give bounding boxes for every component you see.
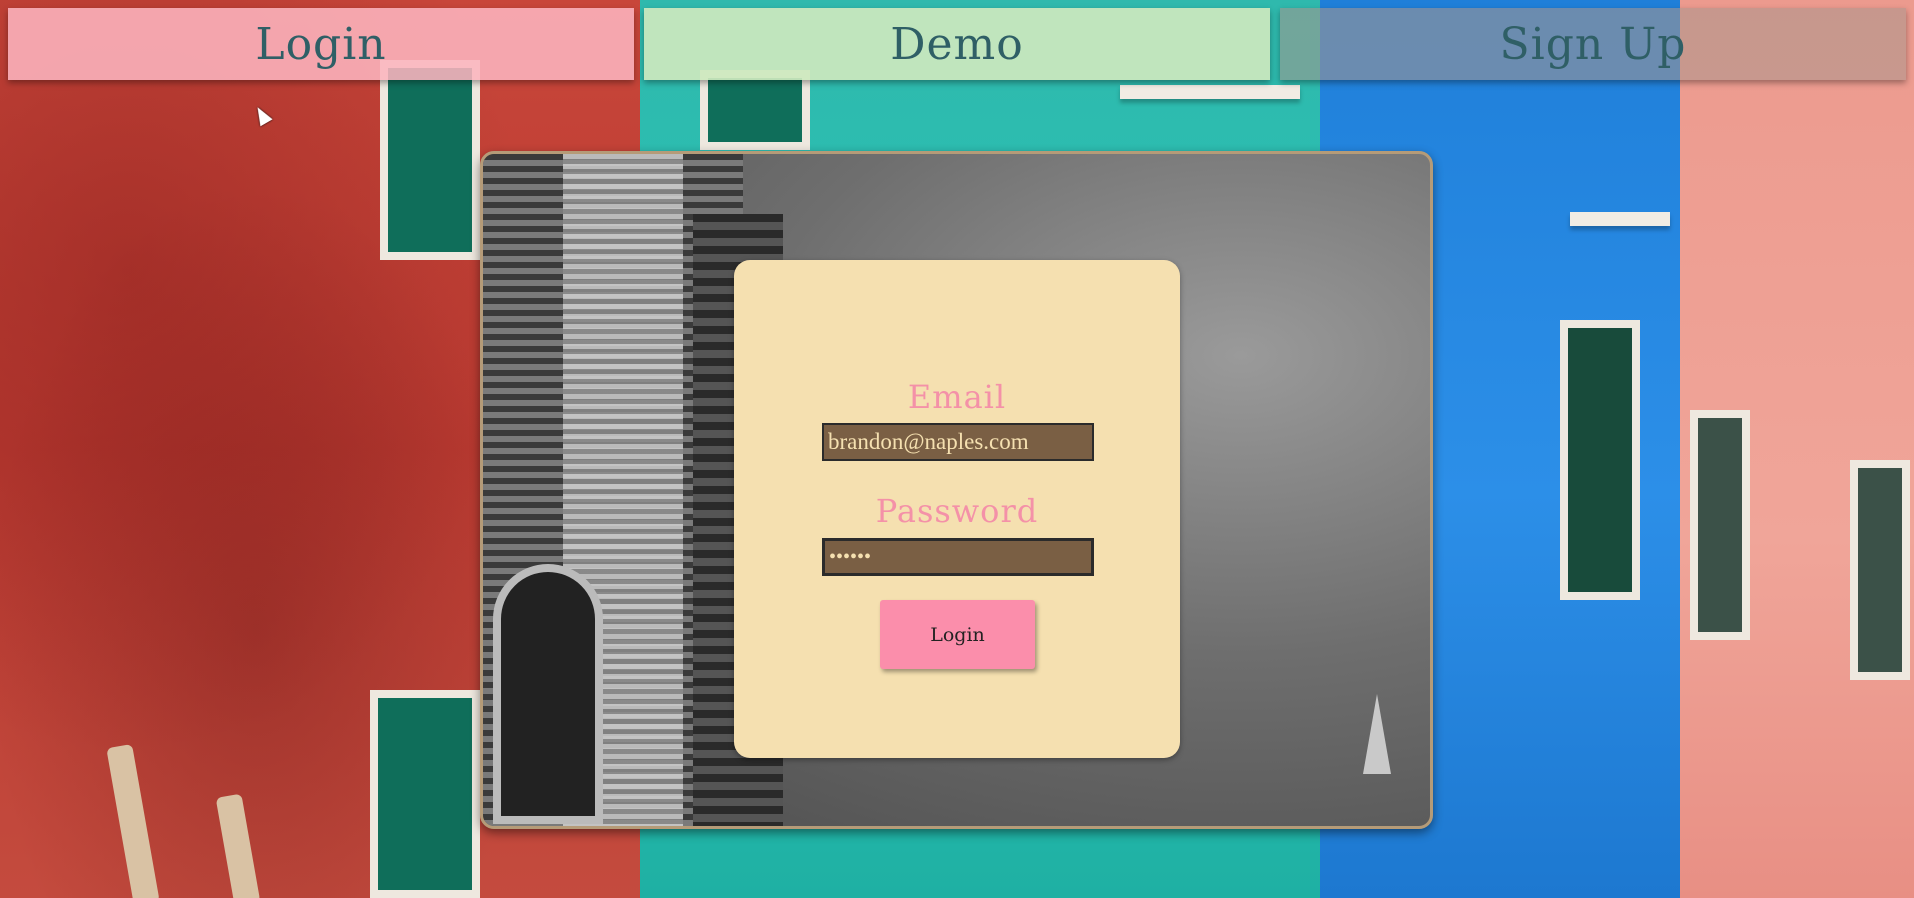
top-nav: Login Demo Sign Up: [8, 8, 1906, 80]
password-field[interactable]: [822, 538, 1094, 576]
spire: [1363, 694, 1391, 774]
window-ledge: [1120, 85, 1300, 99]
login-button[interactable]: Login: [880, 600, 1035, 669]
login-card: Email Password Login: [734, 260, 1180, 758]
window-shutter: [380, 60, 480, 260]
email-field[interactable]: [822, 423, 1094, 461]
password-label: Password: [875, 492, 1039, 530]
email-label: Email: [907, 378, 1007, 416]
window-shutter: [700, 70, 810, 150]
window-shutter: [1560, 320, 1640, 600]
nav-demo-link[interactable]: Demo: [644, 8, 1270, 80]
window-shutter: [1850, 460, 1910, 680]
window-ledge: [1570, 212, 1670, 226]
arched-window: [493, 564, 603, 824]
window-shutter: [1690, 410, 1750, 640]
nav-signup-link[interactable]: Sign Up: [1280, 8, 1906, 80]
door: [370, 690, 480, 898]
nav-login-link[interactable]: Login: [8, 8, 634, 80]
